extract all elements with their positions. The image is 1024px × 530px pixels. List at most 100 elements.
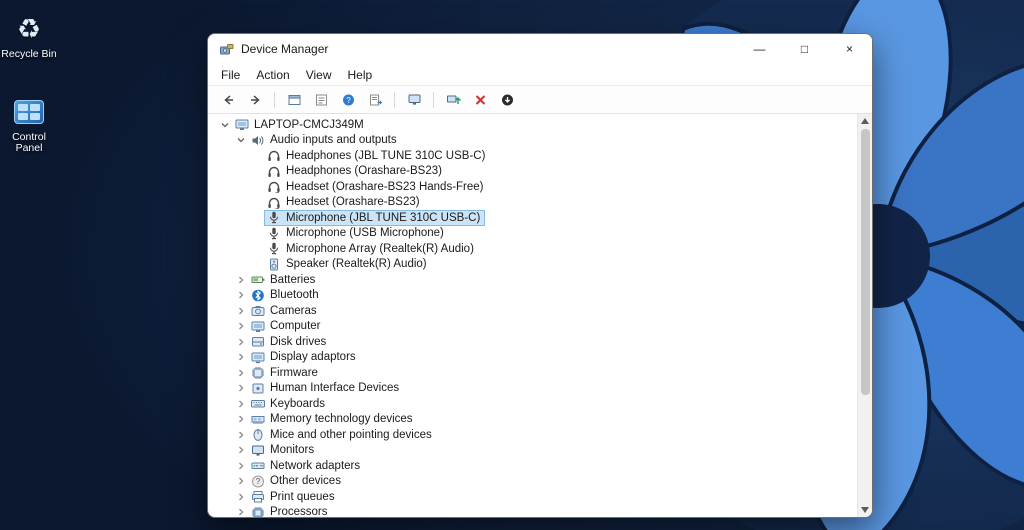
scrollbar-thumb[interactable] (860, 129, 870, 395)
tree-item-body[interactable]: Mice and other pointing devices (248, 427, 437, 443)
tree-item-body[interactable]: Firmware (248, 365, 323, 381)
chevron-right-icon[interactable] (233, 351, 248, 363)
tree-item-body[interactable]: Print queues (248, 489, 340, 505)
chevron-right-icon[interactable] (233, 429, 248, 441)
tree-item-cameras[interactable]: Cameras (208, 303, 857, 319)
tree-item-body[interactable]: Headphones (Orashare-BS23) (264, 163, 447, 179)
desktop-icon-control-panel[interactable]: Control Panel (0, 95, 58, 155)
chevron-right-icon[interactable] (233, 382, 248, 394)
tree-item-batteries[interactable]: Batteries (208, 272, 857, 288)
tree-item-body[interactable]: Monitors (248, 442, 319, 458)
tree-item-display-adaptors[interactable]: Display adaptors (208, 350, 857, 366)
show-console-tree-button[interactable] (282, 89, 306, 111)
tree-item-bluetooth[interactable]: Bluetooth (208, 288, 857, 304)
tree-item-body[interactable]: Display adaptors (248, 349, 361, 365)
tree-item-disk-drives[interactable]: Disk drives (208, 334, 857, 350)
minimize-button[interactable]: — (737, 34, 782, 64)
tree-item-body[interactable]: Headphones (JBL TUNE 310C USB-C) (264, 148, 490, 164)
tree-item-body[interactable]: LAPTOP-CMCJ349M (232, 117, 369, 133)
back-button[interactable] (216, 89, 240, 111)
tree-item-body[interactable]: Network adapters (248, 458, 365, 474)
tree-item-body[interactable]: Microphone (USB Microphone) (264, 225, 449, 241)
chevron-down-icon[interactable] (233, 134, 248, 146)
chevron-right-icon[interactable] (233, 413, 248, 425)
tree-item-label: LAPTOP-CMCJ349M (254, 118, 364, 131)
scroll-up-button[interactable] (858, 114, 872, 128)
tree-item-microphone-jbl-tune-310c-usb-c[interactable]: Microphone (JBL TUNE 310C USB-C) (208, 209, 857, 226)
tree-item-laptop-cmcj349m[interactable]: LAPTOP-CMCJ349M (208, 117, 857, 133)
tree-item-mice-and-other-pointing-devices[interactable]: Mice and other pointing devices (208, 427, 857, 443)
tree-item-computer[interactable]: Computer (208, 319, 857, 335)
tree-item-body[interactable]: ? Other devices (248, 473, 346, 489)
tree-item-body[interactable]: Microphone Array (Realtek(R) Audio) (264, 241, 479, 257)
vertical-scrollbar[interactable] (857, 114, 872, 517)
tree-item-headphones-orashare-bs23[interactable]: Headphones (Orashare-BS23) (208, 164, 857, 180)
tree-item-body[interactable]: Speaker (Realtek(R) Audio) (264, 256, 432, 272)
tree-item-keyboards[interactable]: Keyboards (208, 396, 857, 412)
tree-item-body[interactable]: Disk drives (248, 334, 331, 350)
tree-item-memory-technology-devices[interactable]: Memory technology devices (208, 412, 857, 428)
tree-item-network-adapters[interactable]: Network adapters (208, 458, 857, 474)
tree-item-body[interactable]: Memory technology devices (248, 411, 418, 427)
menu-view[interactable]: View (298, 66, 340, 84)
close-button[interactable]: × (827, 34, 872, 64)
tree-item-body[interactable]: Audio inputs and outputs (248, 132, 402, 148)
chevron-right-icon[interactable] (233, 491, 248, 503)
tree-item-body[interactable]: Microphone (JBL TUNE 310C USB-C) (264, 209, 486, 226)
menu-help[interactable]: Help (340, 66, 381, 84)
tree-item-firmware[interactable]: Firmware (208, 365, 857, 381)
scroll-down-button[interactable] (858, 503, 872, 517)
chevron-down-icon[interactable] (217, 119, 232, 131)
help-button[interactable]: ? (336, 89, 360, 111)
tree-item-label: Bluetooth (270, 289, 319, 302)
chevron-right-icon[interactable] (233, 305, 248, 317)
menu-file[interactable]: File (213, 66, 248, 84)
tree-item-body[interactable]: Cameras (248, 303, 322, 319)
tree-item-body[interactable]: Human Interface Devices (248, 380, 404, 396)
tree-item-body[interactable]: Processors (248, 504, 333, 517)
tree-item-human-interface-devices[interactable]: Human Interface Devices (208, 381, 857, 397)
update-driver-button[interactable] (441, 89, 465, 111)
tree-item-print-queues[interactable]: Print queues (208, 489, 857, 505)
tree-item-body[interactable]: Headset (Orashare-BS23 Hands-Free) (264, 179, 489, 195)
tree-item-microphone-array-realtek-r-audio[interactable]: Microphone Array (Realtek(R) Audio) (208, 241, 857, 257)
tree-item-other-devices[interactable]: ? Other devices (208, 474, 857, 490)
tree-item-processors[interactable]: Processors (208, 504, 857, 517)
tree-item-headset-orashare-bs23[interactable]: Headset (Orashare-BS23) (208, 195, 857, 211)
tree-item-speaker-realtek-r-audio[interactable]: Speaker (Realtek(R) Audio) (208, 257, 857, 273)
tree-item-body[interactable]: Headset (Orashare-BS23) (264, 194, 425, 210)
tree-item-body[interactable]: Batteries (248, 272, 320, 288)
forward-button[interactable] (243, 89, 267, 111)
menu-action[interactable]: Action (248, 66, 297, 84)
export-list-icon (368, 93, 383, 107)
chevron-right-icon[interactable] (233, 460, 248, 472)
tree-item-label: Headphones (Orashare-BS23) (286, 165, 442, 178)
chevron-right-icon[interactable] (233, 475, 248, 487)
tree-item-headset-orashare-bs23-hands-free[interactable]: Headset (Orashare-BS23 Hands-Free) (208, 179, 857, 195)
tree-item-body[interactable]: Keyboards (248, 396, 330, 412)
chevron-right-icon[interactable] (233, 289, 248, 301)
export-list-button[interactable] (363, 89, 387, 111)
desktop-icon-recycle-bin[interactable]: ♻ Recycle Bin (0, 12, 58, 61)
chevron-placeholder (249, 243, 264, 255)
chevron-placeholder (249, 212, 264, 224)
chevron-right-icon[interactable] (233, 444, 248, 456)
tree-item-monitors[interactable]: Monitors (208, 443, 857, 459)
chevron-right-icon[interactable] (233, 336, 248, 348)
chevron-right-icon[interactable] (233, 320, 248, 332)
chevron-right-icon[interactable] (233, 398, 248, 410)
tree-item-body[interactable]: Bluetooth (248, 287, 324, 303)
chevron-right-icon[interactable] (233, 367, 248, 379)
svg-text:?: ? (256, 477, 261, 486)
maximize-button[interactable]: □ (782, 34, 827, 64)
tree-item-headphones-jbl-tune-310c-usb-c[interactable]: Headphones (JBL TUNE 310C USB-C) (208, 148, 857, 164)
properties-button[interactable] (309, 89, 333, 111)
chevron-right-icon[interactable] (233, 274, 248, 286)
tree-item-body[interactable]: Computer (248, 318, 326, 334)
tree-item-audio-inputs-and-outputs[interactable]: Audio inputs and outputs (208, 133, 857, 149)
chevron-right-icon[interactable] (233, 506, 248, 517)
scan-hardware-changes-button[interactable] (495, 89, 519, 111)
tree-item-microphone-usb-microphone[interactable]: Microphone (USB Microphone) (208, 226, 857, 242)
uninstall-device-button[interactable] (468, 89, 492, 111)
device-monitor-button[interactable] (402, 89, 426, 111)
